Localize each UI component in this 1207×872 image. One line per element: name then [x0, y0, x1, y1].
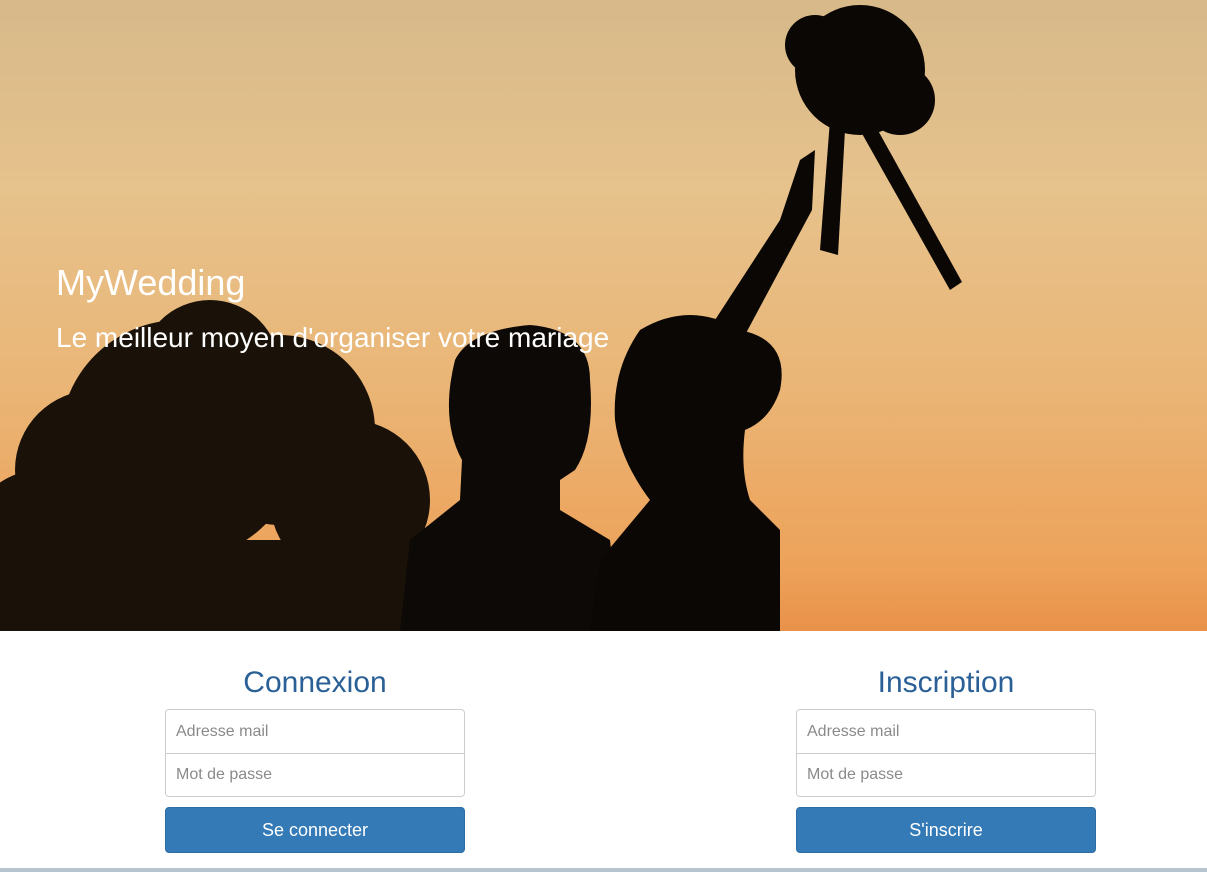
signup-heading: Inscription	[877, 666, 1015, 699]
app-title: MyWedding	[56, 262, 246, 303]
login-button[interactable]: Se connecter	[165, 807, 465, 853]
hero-couple-silhouette-image	[0, 5, 962, 631]
signup-panel: Inscription S'inscrire	[796, 660, 1096, 853]
login-email-field[interactable]	[166, 710, 464, 753]
bottom-divider	[0, 868, 1207, 872]
signup-password-field[interactable]	[797, 753, 1095, 796]
login-heading: Connexion	[243, 666, 387, 699]
login-panel: Connexion Se connecter	[165, 660, 465, 853]
login-password-field[interactable]	[166, 753, 464, 796]
signup-button[interactable]: S'inscrire	[796, 807, 1096, 853]
signup-email-field[interactable]	[797, 710, 1095, 753]
hero-banner: MyWedding Le meilleur moyen d'organiser …	[0, 0, 1207, 631]
app-tagline: Le meilleur moyen d'organiser votre mari…	[56, 322, 610, 353]
signup-field-group	[796, 709, 1096, 797]
login-field-group	[165, 709, 465, 797]
